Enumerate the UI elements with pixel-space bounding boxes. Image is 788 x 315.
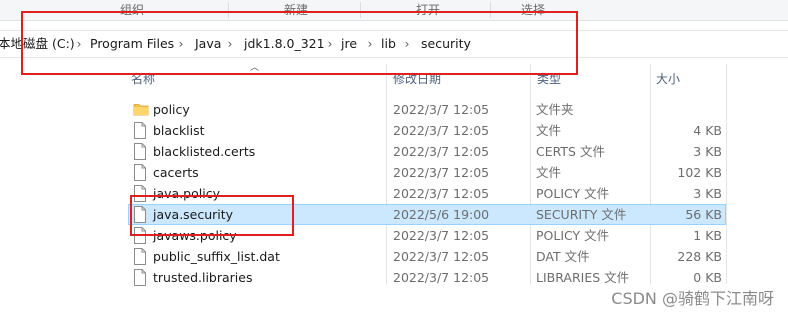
file-icon xyxy=(133,185,149,202)
breadcrumb-local-disk[interactable]: 本地磁盘 (C:) xyxy=(0,31,75,57)
ribbon-group-organize: 组织 xyxy=(119,3,144,17)
address-bar[interactable]: 本地磁盘 (C:) › Program Files › Java › jdk1.… xyxy=(0,30,788,58)
file-name: cacerts xyxy=(153,165,199,180)
file-size: 3 KB xyxy=(693,186,722,201)
ribbon-group-new: 新建 xyxy=(283,3,308,17)
watermark: CSDN @骑鹤下江南呀 xyxy=(611,289,774,308)
file-name: javaws.policy xyxy=(153,228,237,243)
ribbon-divider xyxy=(360,2,361,18)
folder-icon xyxy=(133,101,149,118)
file-icon xyxy=(133,122,149,139)
file-type: 文件 xyxy=(536,165,562,180)
file-type: 文件夹 xyxy=(536,102,574,117)
list-item[interactable]: javaws.policy 2022/3/7 12:05 POLICY 文件 1… xyxy=(128,225,726,246)
file-icon xyxy=(133,269,149,286)
file-date: 2022/3/7 12:05 xyxy=(393,228,490,243)
file-icon xyxy=(133,248,149,265)
file-name: public_suffix_list.dat xyxy=(153,249,280,264)
ribbon-divider xyxy=(228,2,229,18)
ribbon-divider xyxy=(490,2,491,18)
breadcrumb-jdk[interactable]: jdk1.8.0_321 xyxy=(244,31,325,57)
list-item[interactable]: policy 2022/3/7 12:05 文件夹 xyxy=(128,99,726,120)
column-header-type[interactable]: 类型 xyxy=(537,68,561,90)
column-header-date[interactable]: 修改日期 xyxy=(393,68,441,90)
column-divider[interactable] xyxy=(726,64,727,284)
file-name: java.security xyxy=(153,207,234,222)
list-item-selected[interactable]: java.security 2022/5/6 19:00 SECURITY 文件… xyxy=(128,204,726,225)
file-name: blacklist xyxy=(153,123,205,138)
file-size: 4 KB xyxy=(693,123,722,138)
ribbon-group-labels: 组织 新建 打开 选择 xyxy=(0,0,788,21)
file-size: 102 KB xyxy=(677,165,722,180)
chevron-right-icon[interactable]: › xyxy=(74,31,84,57)
file-date: 2022/3/7 12:05 xyxy=(393,165,490,180)
file-type: POLICY 文件 xyxy=(536,228,610,243)
file-name: trusted.libraries xyxy=(153,270,253,285)
file-type: CERTS 文件 xyxy=(536,144,605,159)
file-type: 文件 xyxy=(536,123,562,138)
breadcrumb-jre[interactable]: jre xyxy=(341,31,357,57)
column-header-size[interactable]: 大小 xyxy=(656,68,680,90)
list-item[interactable]: blacklist 2022/3/7 12:05 文件 4 KB xyxy=(128,120,726,141)
chevron-right-icon[interactable]: › xyxy=(325,31,335,57)
file-date: 2022/3/7 12:05 xyxy=(393,102,490,117)
file-date: 2022/3/7 12:05 xyxy=(393,186,490,201)
file-date: 2022/5/6 19:00 xyxy=(393,207,490,222)
file-name: blacklisted.certs xyxy=(153,144,256,159)
file-icon xyxy=(133,206,149,223)
breadcrumb-lib[interactable]: lib xyxy=(381,31,396,57)
ribbon-group-open: 打开 xyxy=(415,3,440,17)
chevron-right-icon[interactable]: › xyxy=(176,31,186,57)
list-item[interactable]: cacerts 2022/3/7 12:05 文件 102 KB xyxy=(128,162,726,183)
file-size: 1 KB xyxy=(693,228,722,243)
column-header-name[interactable]: 名称 xyxy=(131,68,155,90)
ribbon-group-select: 选择 xyxy=(520,3,545,17)
file-name: policy xyxy=(153,102,190,117)
file-size: 3 KB xyxy=(693,144,722,159)
chevron-right-icon[interactable]: › xyxy=(402,31,412,57)
file-size: 228 KB xyxy=(677,249,722,264)
file-date: 2022/3/7 12:05 xyxy=(393,144,490,159)
file-type: DAT 文件 xyxy=(536,249,590,264)
file-name: java.policy xyxy=(153,186,220,201)
file-icon xyxy=(133,143,149,160)
file-type: SECURITY 文件 xyxy=(536,207,627,222)
file-icon xyxy=(133,164,149,181)
chevron-right-icon[interactable]: › xyxy=(365,31,375,57)
list-item[interactable]: blacklisted.certs 2022/3/7 12:05 CERTS 文… xyxy=(128,141,726,162)
breadcrumb-security[interactable]: security xyxy=(421,31,471,57)
file-type: POLICY 文件 xyxy=(536,186,610,201)
breadcrumb-java[interactable]: Java xyxy=(195,31,221,57)
file-icon xyxy=(133,227,149,244)
chevron-right-icon[interactable]: › xyxy=(225,31,235,57)
list-item[interactable]: java.policy 2022/3/7 12:05 POLICY 文件 3 K… xyxy=(128,183,726,204)
sort-ascending-icon: ︿ xyxy=(250,63,260,73)
file-size: 56 KB xyxy=(685,207,722,222)
breadcrumb-program-files[interactable]: Program Files xyxy=(90,31,174,57)
list-item[interactable]: public_suffix_list.dat 2022/3/7 12:05 DA… xyxy=(128,246,726,267)
file-date: 2022/3/7 12:05 xyxy=(393,123,490,138)
file-date: 2022/3/7 12:05 xyxy=(393,270,490,285)
file-date: 2022/3/7 12:05 xyxy=(393,249,490,264)
